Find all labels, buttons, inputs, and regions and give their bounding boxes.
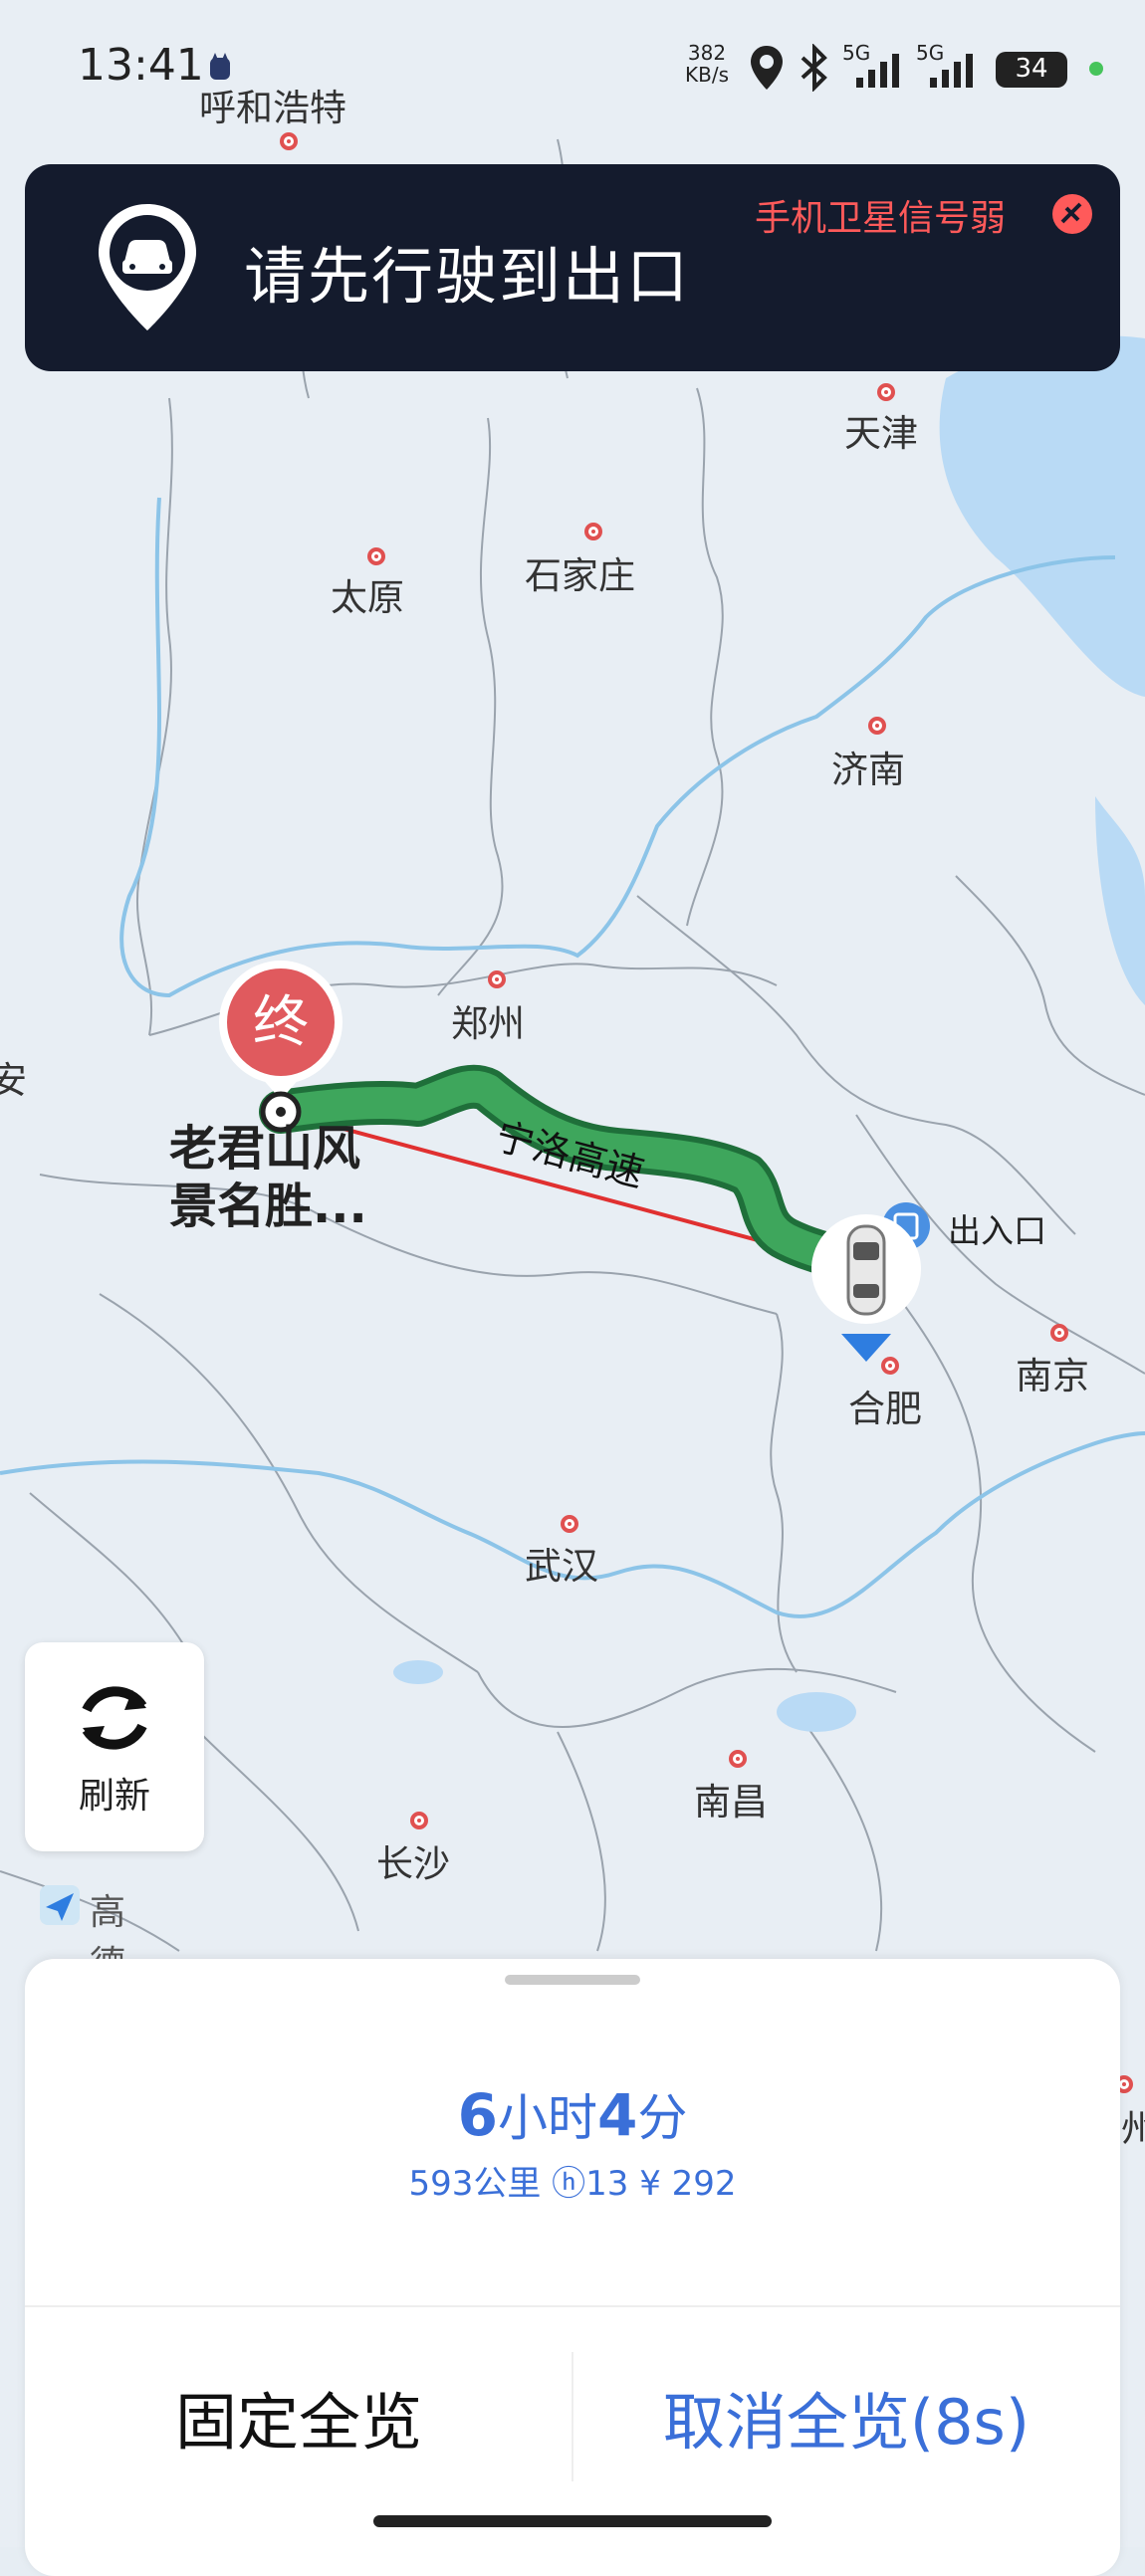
gps-weak-warning: 手机卫星信号弱 bbox=[755, 198, 1007, 239]
city-dot bbox=[881, 1357, 899, 1375]
bluetooth-icon bbox=[801, 44, 827, 92]
city-label: 南京 bbox=[1016, 1355, 1089, 1397]
city-dot bbox=[367, 547, 385, 565]
destination-name-line: 老君山风 bbox=[169, 1121, 361, 1177]
lake bbox=[777, 1692, 856, 1732]
net-speed: 382 KB/s bbox=[685, 42, 729, 86]
net-speed-unit: KB/s bbox=[685, 63, 729, 87]
duration-hours: 6 bbox=[457, 2081, 498, 2149]
city-dot bbox=[561, 1515, 578, 1533]
app-notification-icon bbox=[210, 53, 230, 80]
fix-overview-button[interactable]: 固定全览 bbox=[25, 2337, 572, 2496]
privacy-dot-icon bbox=[1089, 62, 1103, 76]
city-dot bbox=[584, 523, 602, 540]
city-label: 武汉 bbox=[525, 1545, 598, 1588]
lake bbox=[393, 1660, 443, 1684]
duration-minutes: 4 bbox=[597, 2081, 638, 2149]
home-indicator[interactable] bbox=[373, 2515, 772, 2527]
net-speed-value: 382 bbox=[687, 41, 727, 65]
trip-meta: 593公里 ⓗ13 ¥ 292 bbox=[408, 2164, 737, 2204]
city-label: 天津 bbox=[844, 412, 918, 455]
city-dot bbox=[729, 1750, 747, 1768]
status-bar: 13:41 382 KB/s 5G 5G 34 bbox=[0, 0, 1145, 149]
exit-label: 出入口 bbox=[948, 1211, 1046, 1250]
refresh-icon bbox=[82, 1686, 147, 1750]
refresh-button[interactable]: 刷新 bbox=[25, 1642, 204, 1851]
signal-icon-1 bbox=[856, 54, 899, 88]
trip-duration: 6小时4分 bbox=[25, 2078, 1120, 2150]
car-pin-icon bbox=[99, 204, 196, 330]
city-label: 太原 bbox=[331, 576, 404, 619]
city-dot bbox=[868, 717, 886, 735]
route-summary-sheet: 6小时4分 593公里 ⓗ13 ¥ 292 固定全览 取消全览(8s) bbox=[25, 1959, 1120, 2576]
refresh-label: 刷新 bbox=[78, 1776, 150, 1817]
amap-logo-icon bbox=[40, 1885, 80, 1925]
destination-name-line: 景名胜... bbox=[169, 1179, 367, 1234]
city-dot bbox=[1050, 1324, 1068, 1342]
navigation-banner[interactable]: 请先行驶到出口 手机卫星信号弱 bbox=[25, 164, 1120, 371]
city-label: 济南 bbox=[831, 749, 905, 791]
city-label: 长沙 bbox=[376, 1842, 450, 1885]
status-time: 13:41 bbox=[78, 40, 204, 91]
battery-level: 34 bbox=[1015, 54, 1048, 84]
city-label: 合肥 bbox=[848, 1388, 922, 1430]
city-label: 石家庄 bbox=[525, 554, 635, 597]
city-dot bbox=[410, 1812, 428, 1829]
destination-marker-text: 终 bbox=[253, 990, 309, 1055]
divider bbox=[25, 2305, 1120, 2307]
city-dot bbox=[488, 970, 506, 988]
minutes-unit: 分 bbox=[637, 2089, 688, 2147]
destination-name: 老君山风 景名胜... bbox=[169, 1120, 367, 1235]
city-label: 郑州 bbox=[451, 1002, 525, 1045]
city-dot bbox=[877, 383, 895, 401]
city-label: 安 bbox=[0, 1059, 27, 1102]
banner-title: 请先行驶到出口 bbox=[244, 240, 691, 313]
city-label: 南昌 bbox=[694, 1781, 768, 1824]
signal-icon-2 bbox=[930, 54, 973, 88]
sheet-drag-handle[interactable] bbox=[505, 1975, 640, 1985]
satellite-icon bbox=[1052, 194, 1092, 234]
battery-icon: 34 bbox=[996, 52, 1067, 88]
cancel-overview-button[interactable]: 取消全览(8s) bbox=[572, 2337, 1120, 2496]
city-label: 州 bbox=[1121, 2107, 1145, 2150]
hours-unit: 小时 bbox=[498, 2089, 597, 2147]
location-icon bbox=[751, 46, 783, 90]
